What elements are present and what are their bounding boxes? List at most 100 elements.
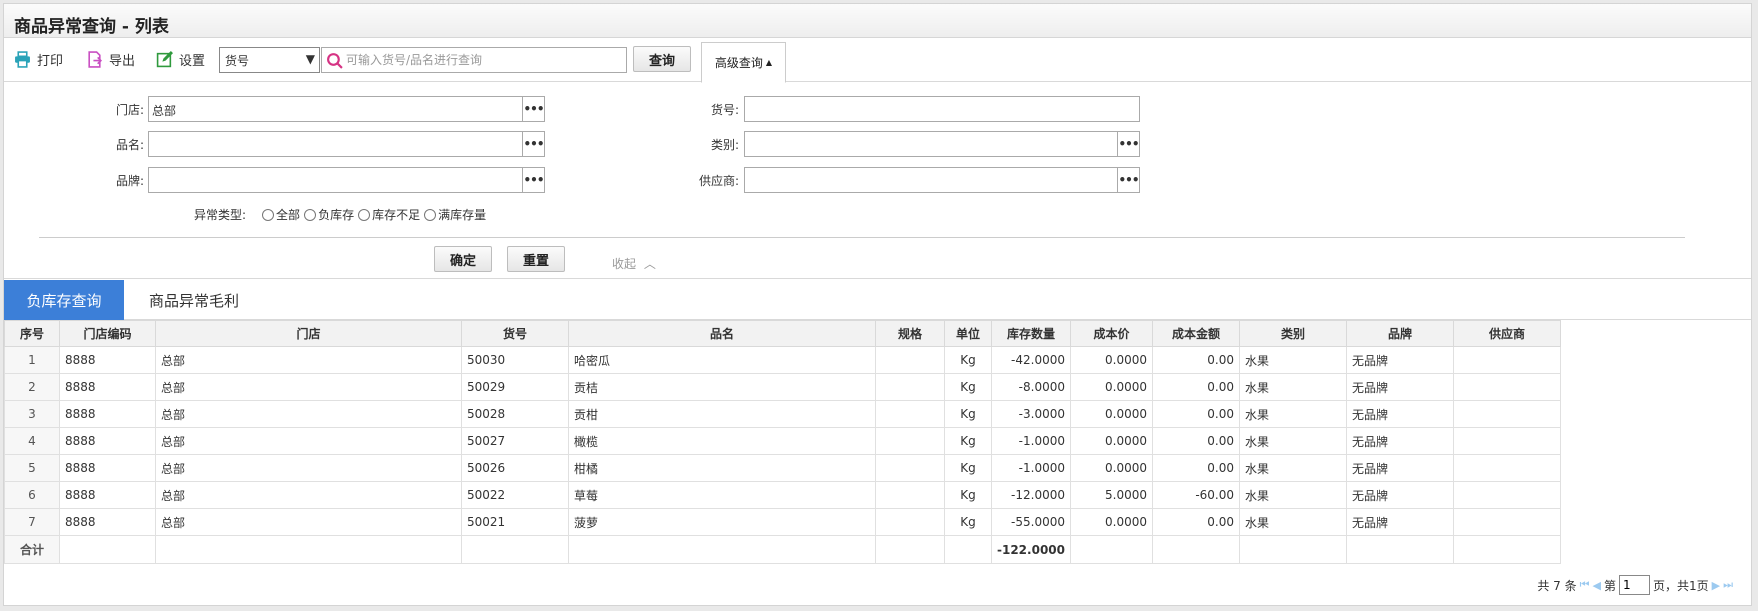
table-cell [875,481,945,509]
table-row[interactable]: 4 8888 总部 50027 橄榄 Kg -1.0000 0.0000 0.00 水果 无品牌 [4,427,1561,455]
first-page-icon[interactable]: ⏮ [1580,578,1590,592]
category-picker-button[interactable]: ••• [1117,132,1140,156]
next-page-icon[interactable]: ▶ [1712,579,1720,592]
category-field[interactable]: ••• [744,131,1140,157]
column-header[interactable]: 序号 [4,320,60,347]
table-cell: 1 [4,346,60,374]
radio-circle [262,208,275,221]
table-cell: 3 [4,400,60,428]
table-cell: 7 [4,508,60,536]
search-icon [327,53,343,69]
table-cell [875,427,945,455]
table-cell: 50021 [461,508,569,536]
table-cell: -1.0000 [991,427,1071,455]
sku-field[interactable] [744,96,1140,122]
column-header[interactable]: 类别 [1239,320,1347,347]
column-header[interactable]: 库存数量 [991,320,1071,347]
supplier-label: 供应商: [698,174,739,188]
table-row[interactable]: 6 8888 总部 50022 草莓 Kg -12.0000 5.0000 -60.00 水果 无品… [4,481,1561,509]
store-field[interactable]: 总部 ••• [148,96,545,122]
store-value: 总部 [152,104,177,118]
table-cell: 水果 [1239,481,1347,509]
radio-circle [358,208,371,221]
radio-low-stock-label: 库存不足 [372,208,421,222]
table-cell [875,400,945,428]
table-cell: 0.0000 [1070,373,1153,401]
reset-button[interactable]: 重置 [507,246,565,272]
table-cell: 水果 [1239,454,1347,482]
table-cell: 0.00 [1152,373,1240,401]
column-header[interactable]: 供应商 [1453,320,1561,347]
table-row[interactable]: 7 8888 总部 50021 菠萝 Kg -55.0000 0.0000 0.00 水果 无品牌 [4,508,1561,536]
table-header-row: 序号 门店编码 门店 货号 品名 规格 单位 库存数量 成本价 成本金额 类别 … [4,320,1561,347]
confirm-button[interactable]: 确定 [434,246,492,272]
table-cell: 0.00 [1152,427,1240,455]
collapse-toggle[interactable]: 收起 ︿ [612,255,656,272]
table-cell: 柑橘 [568,454,876,482]
table-cell [1453,454,1561,482]
table-cell: 4 [4,427,60,455]
search-input[interactable] [346,50,622,70]
table-cell: 50027 [461,427,569,455]
print-button[interactable]: 打印 [14,49,63,69]
name-field[interactable]: ••• [148,131,545,157]
brand-field[interactable]: ••• [148,167,545,193]
store-label: 门店: [115,103,144,117]
supplier-picker-button[interactable]: ••• [1117,168,1140,192]
export-button[interactable]: 导出 [86,49,135,69]
column-header[interactable]: 成本价 [1070,320,1153,347]
table-cell [875,508,945,536]
table-cell: 6 [4,481,60,509]
radio-all[interactable]: 全部 [262,206,300,223]
table-cell: -60.00 [1152,481,1240,509]
brand-picker-button[interactable]: ••• [522,168,545,192]
page-number-input[interactable] [1618,575,1650,595]
supplier-field[interactable]: ••• [744,167,1140,193]
column-header[interactable]: 规格 [875,320,945,347]
advanced-query-label: 高级查询 [714,56,763,70]
prev-page-icon[interactable]: ◀ [1593,579,1601,592]
category-label: 类别: [710,138,739,152]
name-picker-button[interactable]: ••• [522,132,545,156]
table-cell [875,346,945,374]
search-field-select[interactable]: 货号 ▼ [219,47,320,73]
table-cell: 无品牌 [1346,508,1454,536]
table-row[interactable]: 2 8888 总部 50029 贡桔 Kg -8.0000 0.0000 0.00 水果 无品牌 [4,373,1561,401]
last-page-icon[interactable]: ⏭ [1723,578,1733,592]
column-header[interactable]: 门店编码 [59,320,156,347]
table-cell: 水果 [1239,400,1347,428]
table-cell: 总部 [155,427,462,455]
advanced-query-toggle[interactable]: 高级查询 ▲ [701,42,786,83]
table-cell: 0.00 [1152,508,1240,536]
table-cell: 无品牌 [1346,400,1454,428]
radio-negative-stock-label: 负库存 [318,208,355,222]
column-header[interactable]: 品牌 [1346,320,1454,347]
column-header[interactable]: 货号 [461,320,569,347]
settings-button[interactable]: 设置 [156,49,205,69]
table-row[interactable]: 1 8888 总部 50030 哈密瓜 Kg -42.0000 0.0000 0.00 水果 无品牌 [4,346,1561,374]
radio-all-label: 全部 [276,208,301,222]
store-picker-button[interactable]: ••• [522,97,545,121]
column-header[interactable]: 品名 [568,320,876,347]
table-cell: 0.0000 [1070,400,1153,428]
table-cell: 无品牌 [1346,346,1454,374]
column-header[interactable]: 成本金额 [1152,320,1240,347]
query-button[interactable]: 查询 [633,46,691,72]
column-header[interactable]: 门店 [155,320,462,347]
table-row[interactable]: 5 8888 总部 50026 柑橘 Kg -1.0000 0.0000 0.00 水果 无品牌 [4,454,1561,482]
radio-negative-stock[interactable]: 负库存 [304,206,354,223]
table-cell: 0.00 [1152,346,1240,374]
table-row[interactable]: 3 8888 总部 50028 贡柑 Kg -3.0000 0.0000 0.00 水果 无品牌 [4,400,1561,428]
radio-full-stock[interactable]: 满库存量 [424,206,486,223]
tab-abnormal-margin[interactable]: 商品异常毛利 [124,280,264,320]
table-cell [1453,400,1561,428]
exception-type-label: 异常类型: [194,208,247,222]
tab-negative-stock[interactable]: 负库存查询 [4,280,124,320]
radio-low-stock[interactable]: 库存不足 [358,206,420,223]
table-cell: 水果 [1239,346,1347,374]
total-label: 合计 [4,535,60,564]
toolbar: 打印 导出 设置 货号 ▼ 查询 高级查询 ▲ [4,39,1751,83]
export-label: 导出 [109,53,136,69]
column-header[interactable]: 单位 [944,320,992,347]
table-cell: 贡桔 [568,373,876,401]
